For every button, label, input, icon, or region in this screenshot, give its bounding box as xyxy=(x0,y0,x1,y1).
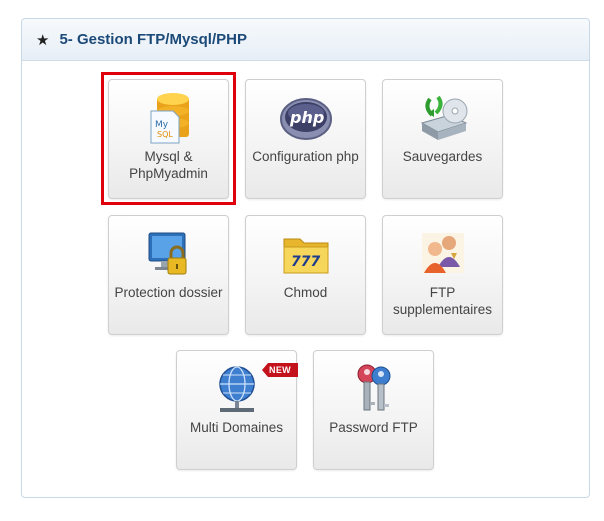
tile-configuration-php[interactable]: php Configuration php xyxy=(245,79,366,199)
ftp-users-icon xyxy=(383,226,502,282)
svg-text:My: My xyxy=(155,120,169,130)
php-config-icon: php xyxy=(246,90,365,146)
tile-label: Configuration php xyxy=(252,149,359,164)
locked-monitor-icon xyxy=(109,226,228,282)
tile-label: Multi Domaines xyxy=(189,420,284,435)
tile-multi-domaines[interactable]: NEW Multi Domaines xyxy=(176,350,298,470)
tile-mysql-phpmyadmin[interactable]: My SQL Mysql & PhpMyadmin xyxy=(108,79,229,199)
tile-label: FTP supplementaires xyxy=(392,285,493,317)
tile-sauvegardes[interactable]: Sauvegardes xyxy=(382,79,503,199)
panel-header: ★ 5- Gestion FTP/Mysql/PHP xyxy=(22,19,589,61)
svg-text:SQL: SQL xyxy=(157,130,173,139)
tile-label: Protection dossier xyxy=(114,285,223,300)
globe-network-icon xyxy=(177,361,296,417)
mysql-database-icon: My SQL xyxy=(109,90,228,146)
backup-disk-icon xyxy=(383,90,502,146)
tile-ftp-supplementaires[interactable]: FTP supplementaires xyxy=(382,215,503,335)
keys-icon xyxy=(314,361,433,417)
tile-label: Mysql & PhpMyadmin xyxy=(129,149,208,181)
svg-text:777: 777 xyxy=(291,254,320,270)
panel-title: 5- Gestion FTP/Mysql/PHP xyxy=(59,31,247,48)
chmod-folder-icon: 777 xyxy=(246,226,365,282)
tile-protection-dossier[interactable]: Protection dossier xyxy=(108,215,229,335)
svg-text:php: php xyxy=(289,108,324,127)
tile-label: Chmod xyxy=(283,285,328,300)
tile-password-ftp[interactable]: Password FTP xyxy=(313,350,434,470)
star-icon: ★ xyxy=(36,31,50,49)
tile-label: Sauvegardes xyxy=(402,149,483,164)
tile-label: Password FTP xyxy=(329,420,418,435)
tile-chmod[interactable]: 777 Chmod xyxy=(245,215,366,335)
